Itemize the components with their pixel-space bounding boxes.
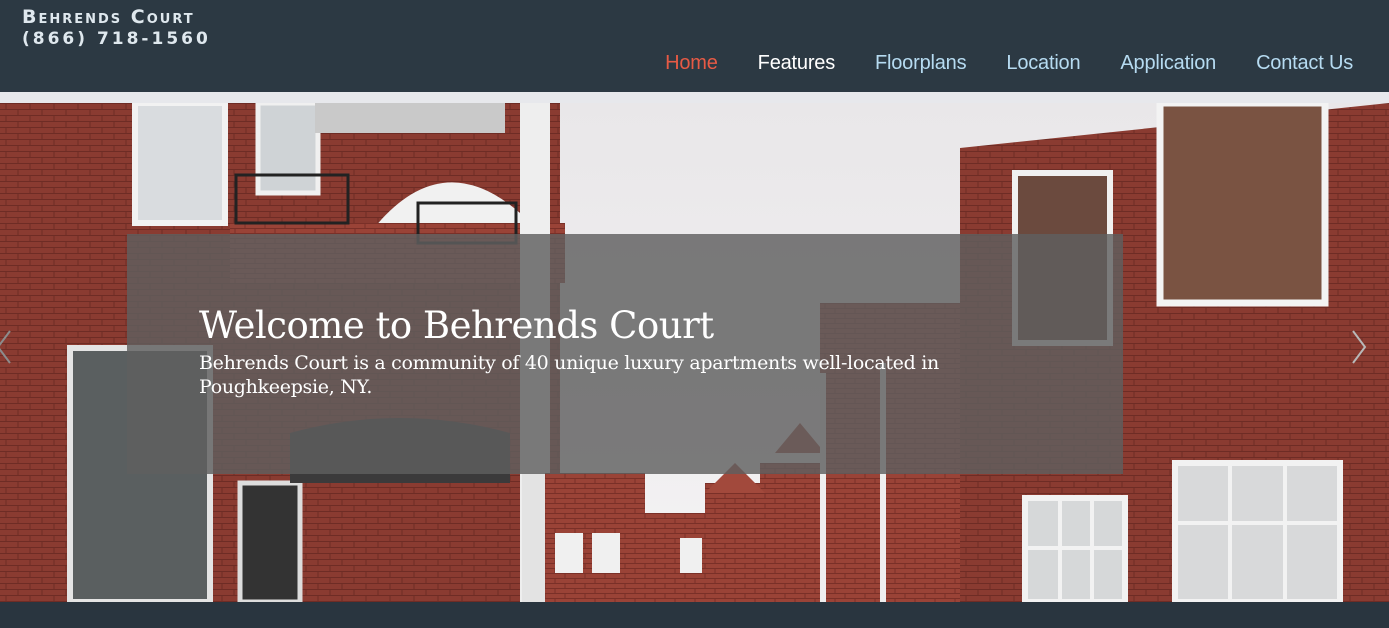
hero-caption: Welcome to Behrends Court Behrends Court… xyxy=(127,234,1123,474)
brand-name[interactable]: Behrends Court xyxy=(22,6,211,28)
nav-features[interactable]: Features xyxy=(758,52,836,75)
nav-home[interactable]: Home xyxy=(665,52,718,75)
phone-number[interactable]: (866) 718-1560 xyxy=(22,28,211,50)
nav-application[interactable]: Application xyxy=(1120,52,1216,75)
hero-carousel[interactable]: Welcome to Behrends Court Behrends Court… xyxy=(0,103,1389,602)
header-divider xyxy=(0,92,1389,103)
nav-contact-us[interactable]: Contact Us xyxy=(1256,52,1353,75)
chevron-right-icon xyxy=(1352,330,1367,364)
hero-title: Welcome to Behrends Court xyxy=(199,304,714,347)
carousel-prev-button[interactable] xyxy=(0,325,22,369)
brand[interactable]: Behrends Court (866) 718-1560 xyxy=(22,6,211,50)
site-header: Behrends Court (866) 718-1560 Home Featu… xyxy=(0,0,1389,92)
main-nav: Home Features Floorplans Location Applic… xyxy=(625,52,1353,75)
chevron-left-icon xyxy=(0,330,11,364)
footer-bar xyxy=(0,602,1389,628)
nav-floorplans[interactable]: Floorplans xyxy=(875,52,967,75)
carousel-next-button[interactable] xyxy=(1345,325,1375,369)
nav-location[interactable]: Location xyxy=(1006,52,1080,75)
hero-description: Behrends Court is a community of 40 uniq… xyxy=(199,352,939,398)
